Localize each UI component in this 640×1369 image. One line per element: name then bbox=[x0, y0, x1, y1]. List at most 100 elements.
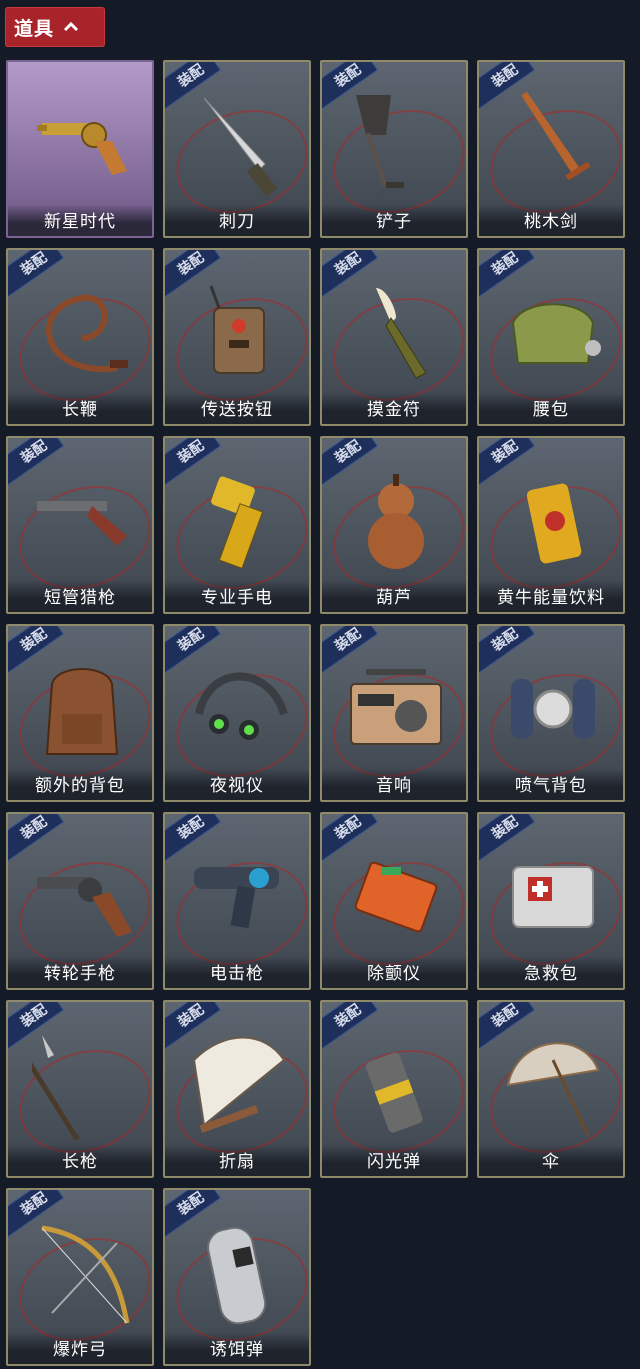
chevron-up-icon bbox=[60, 16, 82, 38]
item-card[interactable]: 装配摸金符 bbox=[320, 248, 468, 426]
item-label: 摸金符 bbox=[322, 392, 466, 424]
item-card[interactable]: 装配额外的背包 bbox=[6, 624, 154, 802]
item-label: 额外的背包 bbox=[8, 768, 152, 800]
item-label: 爆炸弓 bbox=[8, 1332, 152, 1364]
teleport-button-icon bbox=[189, 278, 289, 388]
equip-badge-label: 装配 bbox=[332, 813, 365, 843]
tooth-amulet-icon bbox=[346, 278, 446, 388]
defibrillator-icon bbox=[346, 842, 446, 952]
first-aid-kit-icon bbox=[503, 842, 603, 952]
item-label: 葫芦 bbox=[322, 580, 466, 612]
item-card[interactable]: 装配诱饵弹 bbox=[163, 1188, 311, 1366]
item-label: 折扇 bbox=[165, 1144, 309, 1176]
equip-badge-label: 装配 bbox=[175, 813, 208, 843]
night-vision-goggles-icon bbox=[189, 654, 289, 764]
jetpack-icon bbox=[503, 654, 603, 764]
item-label: 腰包 bbox=[479, 392, 623, 424]
equip-badge-label: 装配 bbox=[332, 61, 365, 91]
equip-badge-label: 装配 bbox=[18, 1189, 51, 1219]
category-title: 道具 bbox=[14, 17, 55, 40]
equip-badge-label: 装配 bbox=[489, 61, 522, 91]
whip-icon bbox=[32, 278, 132, 388]
item-card[interactable]: 装配专业手电 bbox=[163, 436, 311, 614]
item-label: 短管猎枪 bbox=[8, 580, 152, 612]
boombox-icon bbox=[346, 654, 446, 764]
equip-badge-label: 装配 bbox=[18, 1001, 51, 1031]
equip-badge-label: 装配 bbox=[175, 249, 208, 279]
item-card[interactable]: 装配传送按钮 bbox=[163, 248, 311, 426]
item-label: 长鞭 bbox=[8, 392, 152, 424]
item-card[interactable]: 装配短管猎枪 bbox=[6, 436, 154, 614]
equip-badge-label: 装配 bbox=[332, 625, 365, 655]
item-label: 闪光弹 bbox=[322, 1144, 466, 1176]
item-card[interactable]: 装配葫芦 bbox=[320, 436, 468, 614]
item-card[interactable]: 装配音响 bbox=[320, 624, 468, 802]
item-label: 新星时代 bbox=[8, 204, 152, 236]
item-card[interactable]: 装配喷气背包 bbox=[477, 624, 625, 802]
wooden-sword-icon bbox=[503, 90, 603, 200]
item-card[interactable]: 装配 腰包 bbox=[477, 248, 625, 426]
item-card[interactable]: 装配刺刀 bbox=[163, 60, 311, 238]
equip-badge-label: 装配 bbox=[489, 437, 522, 467]
revolver-icon bbox=[32, 842, 132, 952]
equip-badge-label: 装配 bbox=[175, 625, 208, 655]
equip-badge-label: 装配 bbox=[489, 813, 522, 843]
item-label: 铲子 bbox=[322, 204, 466, 236]
category-dropdown[interactable]: 道具 bbox=[5, 7, 105, 47]
item-card[interactable]: 装配电击枪 bbox=[163, 812, 311, 990]
equip-badge-label: 装配 bbox=[175, 61, 208, 91]
spear-icon bbox=[32, 1030, 132, 1140]
equip-badge-label: 装配 bbox=[175, 437, 208, 467]
item-card[interactable]: 装配 黄牛能量饮料 bbox=[477, 436, 625, 614]
item-card[interactable]: 装配铲子 bbox=[320, 60, 468, 238]
decoy-grenade-icon bbox=[189, 1218, 289, 1328]
item-card[interactable]: 装配夜视仪 bbox=[163, 624, 311, 802]
item-card[interactable]: 装配 折扇 bbox=[163, 1000, 311, 1178]
folding-fan-icon bbox=[189, 1030, 289, 1140]
equip-badge-label: 装配 bbox=[332, 249, 365, 279]
flashlight-icon bbox=[189, 466, 289, 576]
item-label: 电击枪 bbox=[165, 956, 309, 988]
revolver-gold-icon bbox=[32, 90, 132, 200]
item-card[interactable]: 装配爆炸弓 bbox=[6, 1188, 154, 1366]
item-label: 长枪 bbox=[8, 1144, 152, 1176]
item-card[interactable]: 装配桃木剑 bbox=[477, 60, 625, 238]
shock-gun-icon bbox=[189, 842, 289, 952]
explosive-bow-icon bbox=[32, 1218, 132, 1328]
shotgun-icon bbox=[32, 466, 132, 576]
item-label: 转轮手枪 bbox=[8, 956, 152, 988]
equip-badge-label: 装配 bbox=[175, 1189, 208, 1219]
item-label: 桃木剑 bbox=[479, 204, 623, 236]
equip-badge-label: 装配 bbox=[489, 1001, 522, 1031]
item-label: 诱饵弹 bbox=[165, 1332, 309, 1364]
bayonet-icon bbox=[189, 90, 289, 200]
item-card[interactable]: 装配除颤仪 bbox=[320, 812, 468, 990]
item-card[interactable]: 装配长枪 bbox=[6, 1000, 154, 1178]
equip-badge-label: 装配 bbox=[18, 437, 51, 467]
item-card[interactable]: 装配闪光弹 bbox=[320, 1000, 468, 1178]
item-label: 音响 bbox=[322, 768, 466, 800]
item-card[interactable]: 装配 转轮手枪 bbox=[6, 812, 154, 990]
energy-drink-icon bbox=[503, 466, 603, 576]
backpack-icon bbox=[32, 654, 132, 764]
gourd-icon bbox=[346, 466, 446, 576]
item-label: 夜视仪 bbox=[165, 768, 309, 800]
item-label: 喷气背包 bbox=[479, 768, 623, 800]
equip-badge-label: 装配 bbox=[332, 437, 365, 467]
item-label: 专业手电 bbox=[165, 580, 309, 612]
equip-badge-label: 装配 bbox=[332, 1001, 365, 1031]
umbrella-icon bbox=[503, 1030, 603, 1140]
equip-badge-label: 装配 bbox=[489, 625, 522, 655]
item-card[interactable]: 新星时代 bbox=[6, 60, 154, 238]
item-label: 急救包 bbox=[479, 956, 623, 988]
item-label: 除颤仪 bbox=[322, 956, 466, 988]
item-card[interactable]: 装配长鞭 bbox=[6, 248, 154, 426]
item-label: 刺刀 bbox=[165, 204, 309, 236]
item-card[interactable]: 装配伞 bbox=[477, 1000, 625, 1178]
item-label: 传送按钮 bbox=[165, 392, 309, 424]
waist-bag-icon bbox=[503, 278, 603, 388]
item-card[interactable]: 装配急救包 bbox=[477, 812, 625, 990]
flashbang-icon bbox=[346, 1030, 446, 1140]
equip-badge-label: 装配 bbox=[18, 625, 51, 655]
equip-badge-label: 装配 bbox=[18, 249, 51, 279]
